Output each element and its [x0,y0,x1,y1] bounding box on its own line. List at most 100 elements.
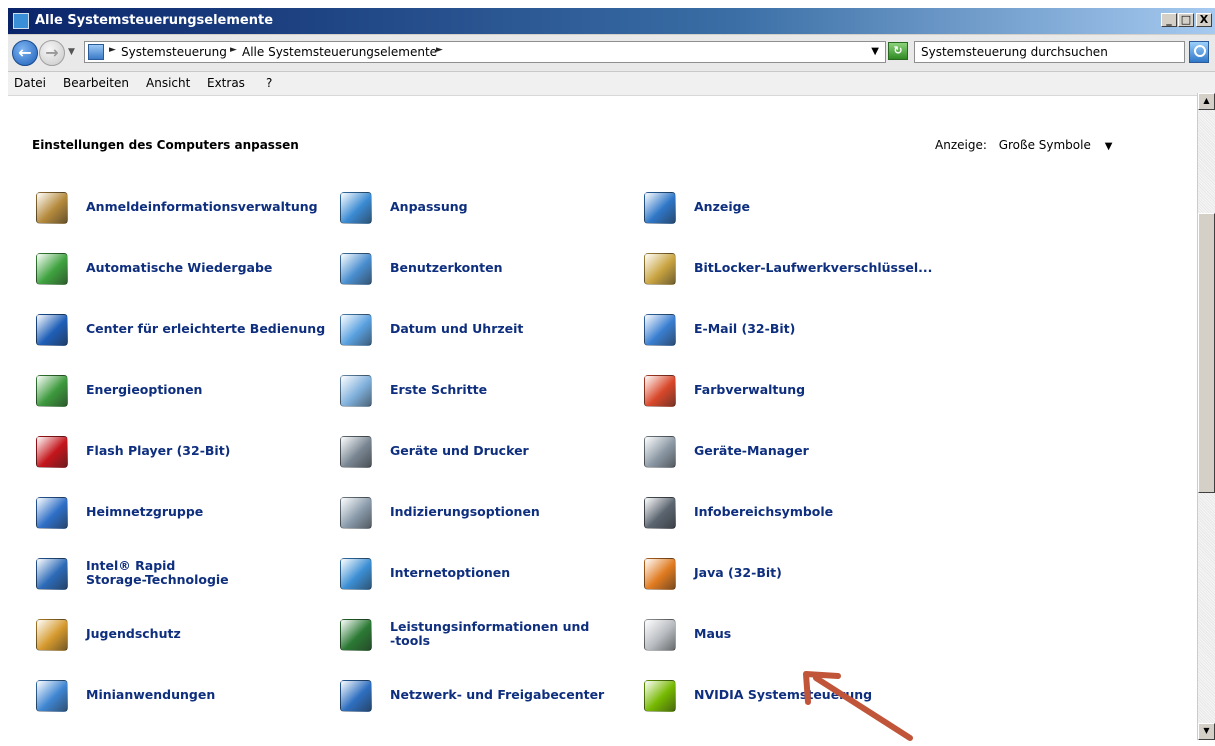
menu-file[interactable]: Datei [14,76,46,90]
control-panel-window: Alle Systemsteuerungselemente _ □ X ← → … [8,8,1215,741]
item-label[interactable]: Geräte und Drucker [390,444,529,458]
vertical-scrollbar[interactable]: ▲ ▼ [1197,93,1215,740]
item-label[interactable]: Netzwerk- und Freigabecenter [390,688,604,702]
control-panel-icon [88,44,104,60]
view-selector[interactable]: Anzeige: Große Symbole ▼ [935,138,1112,152]
control-panel-item[interactable]: Energieoptionen [36,375,336,415]
item-label[interactable]: Java (32-Bit) [694,566,782,580]
breadcrumb-item[interactable]: Systemsteuerung [121,45,227,59]
item-label[interactable]: Erste Schritte [390,383,487,397]
item-label[interactable]: Infobereichsymbole [694,505,833,519]
view-value[interactable]: Große Symbole [999,138,1091,152]
nvidia-icon [644,680,676,712]
scroll-down-button[interactable]: ▼ [1198,723,1215,740]
control-panel-item[interactable]: Intel® Rapid Storage-Technologie [36,558,336,598]
refresh-button[interactable]: ↻ [888,42,908,60]
annotation-arrow [803,671,913,741]
item-label[interactable]: Minianwendungen [86,688,215,702]
scroll-thumb[interactable] [1198,213,1215,493]
history-dropdown-icon[interactable]: ▼ [68,47,75,57]
chevron-down-icon[interactable]: ▼ [871,46,879,57]
calendar-clock-icon [340,314,372,346]
maximize-button[interactable]: □ [1178,13,1194,27]
control-panel-item[interactable]: BitLocker-Laufwerkverschlüssel... [644,253,944,293]
close-button[interactable]: X [1196,13,1212,27]
content-area: Einstellungen des Computers anpassen Anz… [8,96,1215,741]
breadcrumb[interactable]: ► Systemsteuerung ► Alle Systemsteuerung… [84,41,886,63]
control-panel-item[interactable]: E-Mail (32-Bit) [644,314,944,354]
printer-icon [340,436,372,468]
control-panel-item[interactable]: Internetoptionen [340,558,640,598]
page-title: Einstellungen des Computers anpassen [32,138,299,152]
control-panel-item[interactable]: Leistungsinformationen und -tools [340,619,640,659]
scroll-up-button[interactable]: ▲ [1198,93,1215,110]
item-label[interactable]: Anmeldeinformationsverwaltung [86,200,318,214]
control-panel-item[interactable]: Geräte-Manager [644,436,944,476]
indexing-icon [340,497,372,529]
chevron-right-icon[interactable]: ► [230,45,237,55]
chevron-down-icon[interactable]: ▼ [1105,141,1113,152]
search-icon[interactable] [1189,41,1209,63]
chevron-right-icon[interactable]: ► [109,45,116,55]
search-input[interactable]: Systemsteuerung durchsuchen [914,41,1185,63]
control-panel-item[interactable]: Anzeige [644,192,944,232]
mouse-icon [644,619,676,651]
control-panel-item[interactable]: Maus [644,619,944,659]
breadcrumb-item[interactable]: Alle Systemsteuerungselemente [242,45,437,59]
title-bar[interactable]: Alle Systemsteuerungselemente _ □ X [8,8,1215,34]
item-label[interactable]: Anzeige [694,200,750,214]
control-panel-item[interactable]: Netzwerk- und Freigabecenter [340,680,640,720]
control-panel-item[interactable]: Jugendschutz [36,619,336,659]
control-panel-item[interactable]: Minianwendungen [36,680,336,720]
control-panel-item[interactable]: Center für erleichterte Bedienung [36,314,336,354]
control-panel-item[interactable]: Erste Schritte [340,375,640,415]
users-icon [340,253,372,285]
back-button[interactable]: ← [12,40,38,66]
item-label[interactable]: Farbverwaltung [694,383,805,397]
device-manager-icon [644,436,676,468]
item-label[interactable]: Leistungsinformationen und -tools [390,620,589,648]
control-panel-item[interactable]: Heimnetzgruppe [36,497,336,537]
item-label[interactable]: Indizierungsoptionen [390,505,540,519]
control-panel-item[interactable]: Anpassung [340,192,640,232]
intel-storage-icon [36,558,68,590]
control-panel-item[interactable]: Datum und Uhrzeit [340,314,640,354]
minimize-button[interactable]: _ [1161,13,1177,27]
forward-button[interactable]: → [39,40,65,66]
control-panel-item[interactable]: Automatische Wiedergabe [36,253,336,293]
item-label[interactable]: Benutzerkonten [390,261,503,275]
item-label[interactable]: Jugendschutz [86,627,181,641]
control-panel-item[interactable]: Java (32-Bit) [644,558,944,598]
menu-edit[interactable]: Bearbeiten [63,76,129,90]
item-label[interactable]: Geräte-Manager [694,444,809,458]
item-label[interactable]: Datum und Uhrzeit [390,322,523,336]
control-panel-item[interactable]: Indizierungsoptionen [340,497,640,537]
control-panel-item[interactable]: Flash Player (32-Bit) [36,436,336,476]
menu-view[interactable]: Ansicht [146,76,190,90]
control-panel-item[interactable]: Farbverwaltung [644,375,944,415]
item-label[interactable]: Maus [694,627,731,641]
ease-of-access-icon [36,314,68,346]
flash-icon [36,436,68,468]
item-label[interactable]: Automatische Wiedergabe [86,261,272,275]
item-label[interactable]: Internetoptionen [390,566,510,580]
item-label[interactable]: Flash Player (32-Bit) [86,444,230,458]
performance-icon [340,619,372,651]
network-icon [340,680,372,712]
control-panel-item[interactable]: Benutzerkonten [340,253,640,293]
internet-options-icon [340,558,372,590]
power-icon [36,375,68,407]
control-panel-item[interactable]: Infobereichsymbole [644,497,944,537]
item-label[interactable]: Energieoptionen [86,383,202,397]
item-label[interactable]: Anpassung [390,200,468,214]
control-panel-item[interactable]: Geräte und Drucker [340,436,640,476]
chevron-right-icon[interactable]: ► [436,45,443,55]
item-label[interactable]: BitLocker-Laufwerkverschlüssel... [694,261,932,275]
control-panel-item[interactable]: Anmeldeinformationsverwaltung [36,192,336,232]
menu-help[interactable]: ? [266,76,272,90]
item-label[interactable]: E-Mail (32-Bit) [694,322,795,336]
menu-tools[interactable]: Extras [207,76,245,90]
item-label[interactable]: Intel® Rapid Storage-Technologie [86,559,229,587]
item-label[interactable]: Heimnetzgruppe [86,505,203,519]
item-label[interactable]: Center für erleichterte Bedienung [86,322,325,336]
